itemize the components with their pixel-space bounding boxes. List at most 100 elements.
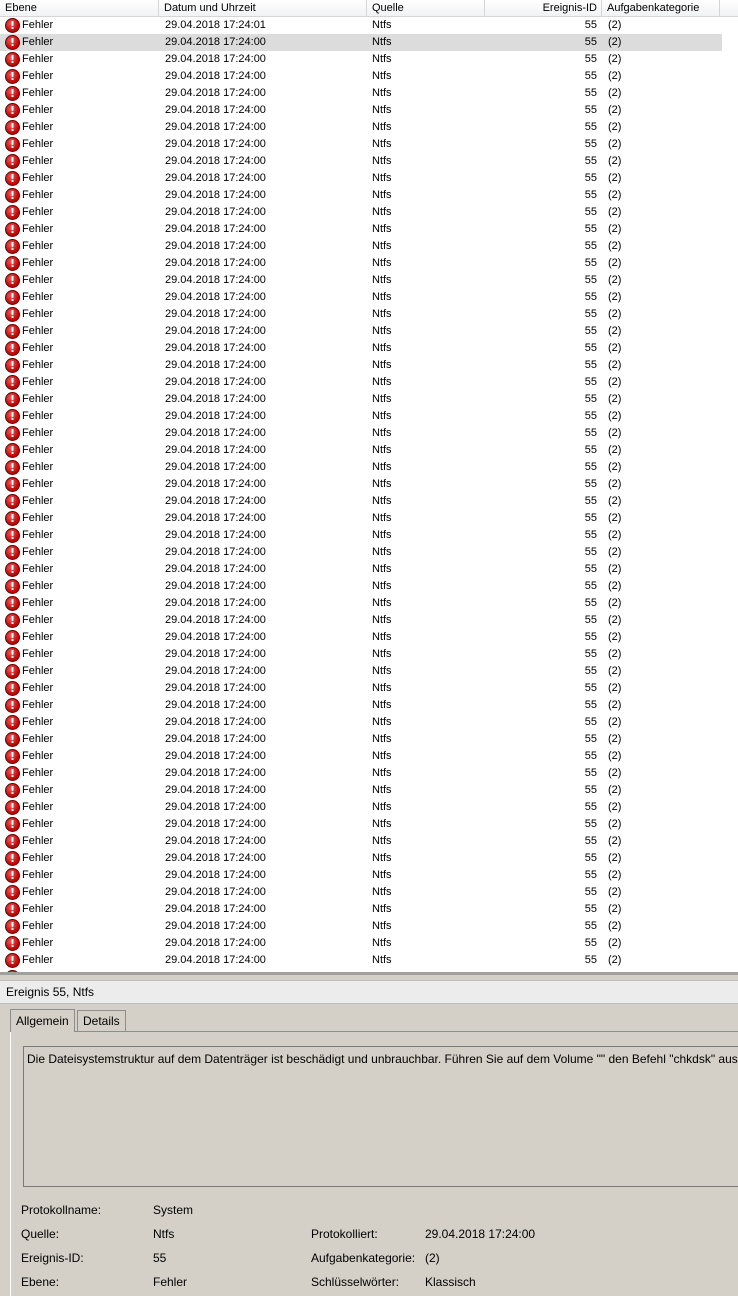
cell-level: Fehler [22,121,54,133]
column-header-datetime[interactable]: Datum und Uhrzeit [159,0,367,17]
table-row[interactable]: !Fehler 29.04.2018 17:24:00 Ntfs 55 (2) [0,493,722,510]
event-list[interactable]: Ebene Datum und Uhrzeit Quelle Ereignis-… [0,0,738,975]
table-row[interactable]: !Fehler 29.04.2018 17:24:00 Ntfs 55 (2) [0,935,722,952]
table-row[interactable]: !Fehler 29.04.2018 17:24:00 Ntfs 55 (2) [0,323,722,340]
cell-level: Fehler [22,563,54,575]
column-header-source[interactable]: Quelle [367,0,485,17]
error-icon: ! [5,239,20,256]
table-row[interactable]: !Fehler 29.04.2018 17:24:00 Ntfs 55 (2) [0,680,722,697]
cell-level: Fehler [22,155,54,167]
cell-event-id: 55 [584,461,597,473]
table-row[interactable]: !Fehler 29.04.2018 17:24:00 Ntfs 55 (2) [0,561,722,578]
table-row[interactable]: !Fehler 29.04.2018 17:24:00 Ntfs 55 (2) [0,782,722,799]
error-icon: ! [5,834,20,851]
table-row[interactable]: !Fehler 29.04.2018 17:24:00 Ntfs 55 (2) [0,442,722,459]
cell-datetime: 29.04.2018 17:24:00 [165,767,266,779]
table-row[interactable]: !Fehler 29.04.2018 17:24:00 Ntfs 55 (2) [0,170,722,187]
table-row[interactable]: !Fehler 29.04.2018 17:24:00 Ntfs 55 (2) [0,833,722,850]
cell-category: (2) [608,682,622,694]
table-row[interactable]: !Fehler 29.04.2018 17:24:00 Ntfs 55 (2) [0,918,722,935]
table-row[interactable]: !Fehler 29.04.2018 17:24:00 Ntfs 55 (2) [0,595,722,612]
column-header-level[interactable]: Ebene [0,0,159,17]
table-row[interactable]: !Fehler 29.04.2018 17:24:00 Ntfs 55 (2) [0,391,722,408]
table-row[interactable]: !Fehler 29.04.2018 17:24:00 Ntfs 55 (2) [0,119,722,136]
table-row[interactable]: !Fehler 29.04.2018 17:24:00 Ntfs 55 (2) [0,153,722,170]
table-row[interactable]: !Fehler 29.04.2018 17:24:00 Ntfs 55 (2) [0,425,722,442]
table-row[interactable]: !Fehler 29.04.2018 17:24:00 Ntfs 55 (2) [0,459,722,476]
cell-event-id: 55 [584,529,597,541]
table-row[interactable]: !Fehler 29.04.2018 17:24:00 Ntfs 55 (2) [0,221,722,238]
table-row[interactable]: !Fehler 29.04.2018 17:24:00 Ntfs 55 (2) [0,850,722,867]
table-row[interactable]: !Fehler 29.04.2018 17:24:00 Ntfs 55 (2) [0,204,722,221]
table-row[interactable]: !Fehler 29.04.2018 17:24:00 Ntfs 55 (2) [0,34,722,51]
cell-source: Ntfs [372,223,392,235]
error-icon: ! [5,630,20,647]
cell-event-id: 55 [584,835,597,847]
table-row[interactable]: !Fehler 29.04.2018 17:24:00 Ntfs 55 (2) [0,408,722,425]
cell-level: Fehler [22,716,54,728]
error-icon: ! [5,596,20,613]
table-row[interactable]: !Fehler 29.04.2018 17:24:00 Ntfs 55 (2) [0,663,722,680]
list-splitter[interactable] [0,972,738,975]
table-row[interactable]: !Fehler 29.04.2018 17:24:00 Ntfs 55 (2) [0,476,722,493]
tab-details[interactable]: Details [77,1010,126,1032]
table-row[interactable]: !Fehler 29.04.2018 17:24:00 Ntfs 55 (2) [0,748,722,765]
table-row[interactable]: !Fehler 29.04.2018 17:24:00 Ntfs 55 (2) [0,136,722,153]
cell-event-id: 55 [584,920,597,932]
cell-event-id: 55 [584,580,597,592]
cell-datetime: 29.04.2018 17:24:00 [165,257,266,269]
table-row[interactable]: !Fehler 29.04.2018 17:24:00 Ntfs 55 (2) [0,255,722,272]
table-row[interactable]: !Fehler 29.04.2018 17:24:00 Ntfs 55 (2) [0,527,722,544]
table-row[interactable]: !Fehler 29.04.2018 17:24:00 Ntfs 55 (2) [0,697,722,714]
table-row[interactable]: !Fehler 29.04.2018 17:24:00 Ntfs 55 (2) [0,544,722,561]
cell-event-id: 55 [584,308,597,320]
column-header-event-id[interactable]: Ereignis-ID [485,0,602,17]
table-row[interactable]: !Fehler 29.04.2018 17:24:00 Ntfs 55 (2) [0,714,722,731]
table-row[interactable]: !Fehler 29.04.2018 17:24:00 Ntfs 55 (2) [0,884,722,901]
cell-source: Ntfs [372,903,392,915]
table-row[interactable]: ! Fehler 29.04.2018 17:24:01 Ntfs 55 (2) [0,17,722,34]
table-row[interactable]: !Fehler 29.04.2018 17:24:00 Ntfs 55 (2) [0,340,722,357]
table-row[interactable]: !Fehler 29.04.2018 17:24:00 Ntfs 55 (2) [0,51,722,68]
cell-event-id: 55 [584,716,597,728]
cell-level: Fehler [22,325,54,337]
cell-category: (2) [608,189,622,201]
table-row[interactable]: !Fehler 29.04.2018 17:24:00 Ntfs 55 (2) [0,901,722,918]
cell-event-id: 55 [584,631,597,643]
table-row[interactable]: !Fehler 29.04.2018 17:24:00 Ntfs 55 (2) [0,867,722,884]
cell-source: Ntfs [372,682,392,694]
table-row[interactable]: !Fehler 29.04.2018 17:24:00 Ntfs 55 (2) [0,765,722,782]
table-row[interactable]: !Fehler 29.04.2018 17:24:00 Ntfs 55 (2) [0,629,722,646]
table-row[interactable]: !Fehler 29.04.2018 17:24:00 Ntfs 55 (2) [0,357,722,374]
table-row[interactable]: !Fehler 29.04.2018 17:24:00 Ntfs 55 (2) [0,85,722,102]
table-row[interactable]: !Fehler 29.04.2018 17:24:00 Ntfs 55 (2) [0,952,722,969]
table-row[interactable]: !Fehler 29.04.2018 17:24:00 Ntfs 55 (2) [0,68,722,85]
table-row[interactable]: !Fehler 29.04.2018 17:24:00 Ntfs 55 (2) [0,306,722,323]
table-row[interactable]: !Fehler 29.04.2018 17:24:00 Ntfs 55 (2) [0,816,722,833]
cell-datetime: 29.04.2018 17:24:00 [165,53,266,65]
table-row[interactable]: !Fehler 29.04.2018 17:24:00 Ntfs 55 (2) [0,374,722,391]
cell-category: (2) [608,784,622,796]
table-row[interactable]: !Fehler 29.04.2018 17:24:00 Ntfs 55 (2) [0,578,722,595]
table-row[interactable]: !Fehler 29.04.2018 17:24:00 Ntfs 55 (2) [0,289,722,306]
column-header-category[interactable]: Aufgabenkategorie [602,0,720,17]
table-row[interactable]: !Fehler 29.04.2018 17:24:00 Ntfs 55 (2) [0,799,722,816]
cell-category: (2) [608,376,622,388]
cell-event-id: 55 [584,852,597,864]
cell-source: Ntfs [372,274,392,286]
cell-event-id: 55 [584,410,597,422]
event-message-text[interactable]: Die Dateisystemstruktur auf dem Datenträ… [23,1046,738,1187]
table-row[interactable]: !Fehler 29.04.2018 17:24:00 Ntfs 55 (2) [0,612,722,629]
cell-category: (2) [608,546,622,558]
cell-event-id: 55 [584,478,597,490]
table-row[interactable]: !Fehler 29.04.2018 17:24:00 Ntfs 55 (2) [0,102,722,119]
table-row[interactable]: !Fehler 29.04.2018 17:24:00 Ntfs 55 (2) [0,272,722,289]
table-row[interactable]: !Fehler 29.04.2018 17:24:00 Ntfs 55 (2) [0,646,722,663]
cell-category: (2) [608,172,622,184]
table-row[interactable]: !Fehler 29.04.2018 17:24:00 Ntfs 55 (2) [0,731,722,748]
table-row[interactable]: !Fehler 29.04.2018 17:24:00 Ntfs 55 (2) [0,238,722,255]
cell-level: Fehler [22,70,54,82]
tab-allgemein[interactable]: Allgemein [10,1009,75,1032]
table-row[interactable]: !Fehler 29.04.2018 17:24:00 Ntfs 55 (2) [0,510,722,527]
table-row[interactable]: !Fehler 29.04.2018 17:24:00 Ntfs 55 (2) [0,187,722,204]
